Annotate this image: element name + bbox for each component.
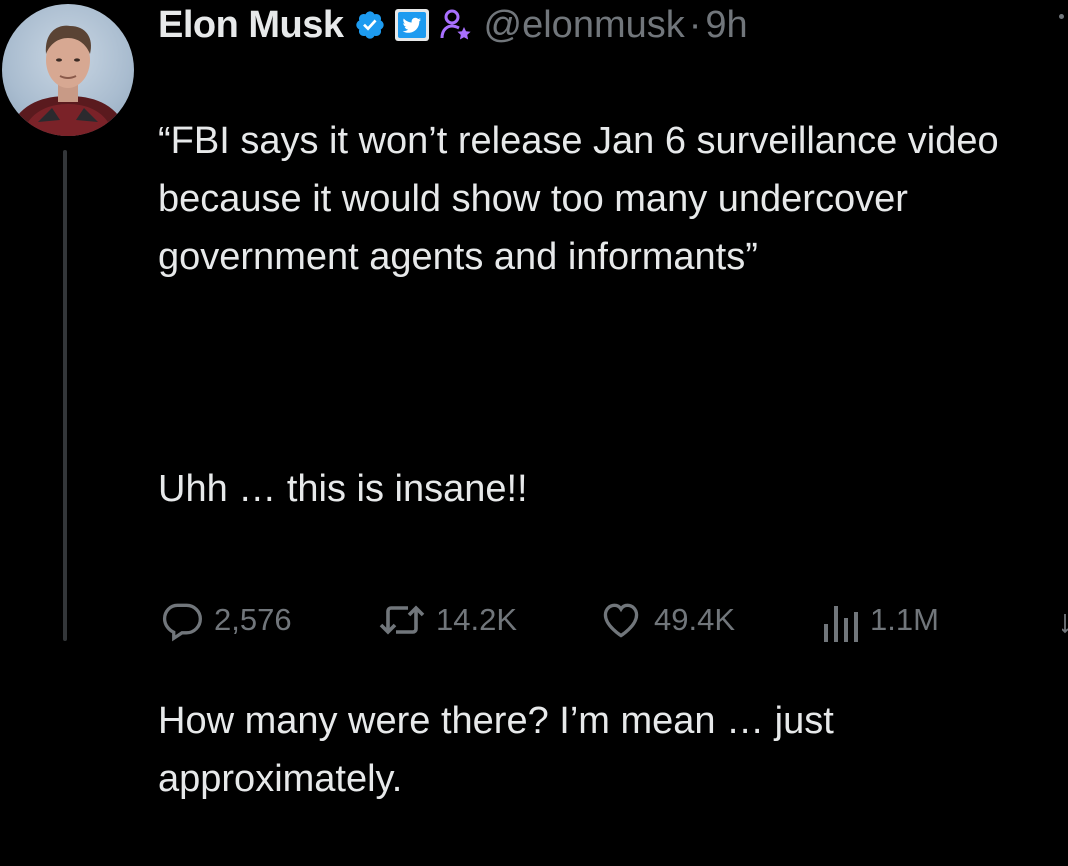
tweet-header: Elon Musk @elonmusk · 9h: [158, 2, 748, 48]
retweet-count: 14.2K: [436, 602, 518, 637]
reply-icon: [162, 603, 202, 642]
verified-badge-icon: [354, 9, 386, 41]
author-name[interactable]: Elon Musk: [158, 4, 344, 47]
tweet-paragraph-reaction: Uhh … this is insane!!: [158, 468, 528, 510]
author-avatar[interactable]: [2, 4, 134, 136]
like-button[interactable]: 49.4K: [598, 598, 735, 642]
heart-icon: [603, 603, 639, 638]
thread-line: [63, 150, 67, 641]
more-options-icon[interactable]: [1059, 14, 1064, 19]
views-count: 1.1M: [870, 602, 939, 637]
views-chart-icon: [824, 606, 858, 642]
views-button[interactable]: 1.1M: [820, 598, 939, 642]
tweet-paragraph-quote: “FBI says it won’t release Jan 6 surveil…: [158, 120, 999, 278]
tweet-timestamp[interactable]: 9h: [705, 4, 747, 47]
retweet-icon: [379, 605, 425, 635]
tweet-text: “FBI says it won’t release Jan 6 surveil…: [158, 54, 1038, 866]
business-person-icon: [440, 8, 472, 42]
retweet-button[interactable]: 14.2K: [378, 598, 517, 642]
tweet-paragraph-question: How many were there? I’m mean … just app…: [158, 700, 834, 800]
share-icon[interactable]: [1062, 612, 1068, 638]
author-handle[interactable]: @elonmusk: [484, 4, 685, 47]
avatar-photo: [8, 25, 128, 136]
like-count: 49.4K: [654, 602, 736, 637]
reply-count: 2,576: [214, 602, 292, 637]
reply-button[interactable]: 2,576: [160, 598, 292, 642]
twitter-bird-icon: [394, 8, 430, 42]
header-separator: ·: [688, 3, 702, 46]
